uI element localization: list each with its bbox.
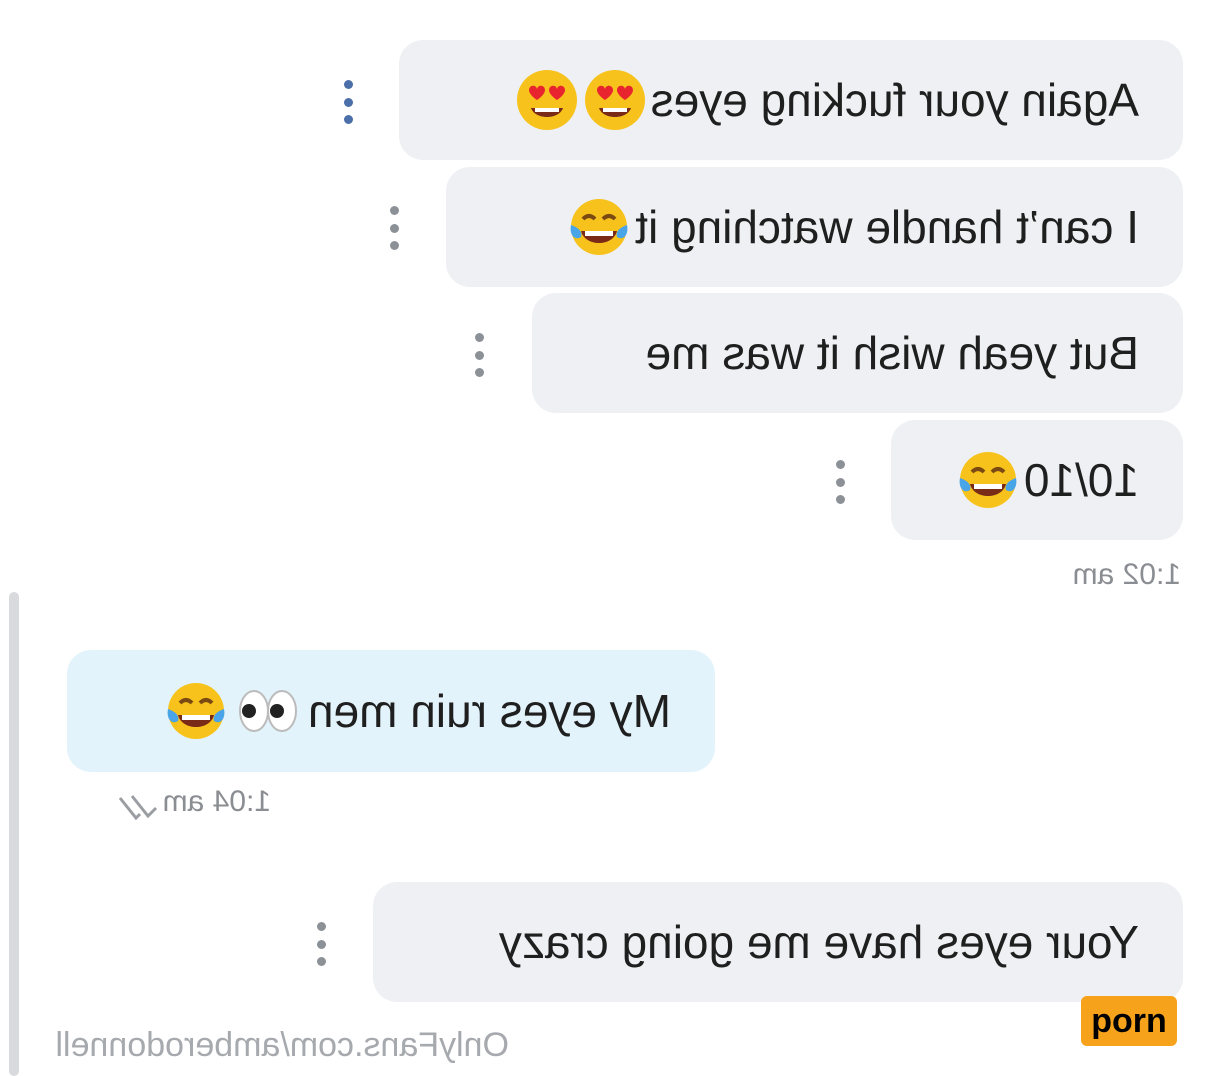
message-bubble[interactable]: 10/10 bbox=[891, 420, 1183, 540]
message-menu-icon[interactable] bbox=[835, 460, 847, 504]
mirrored-chat: Again your fucking eyes I can’t handle w… bbox=[0, 0, 1209, 1076]
chat-screen: Again your fucking eyes I can’t handle w… bbox=[0, 0, 1209, 1076]
message-text: Again your fucking eyes bbox=[650, 74, 1139, 126]
message-menu-icon[interactable] bbox=[389, 206, 401, 250]
sent-status: 1:04 am bbox=[106, 785, 271, 822]
timestamp: 1:02 am bbox=[1072, 558, 1181, 591]
tears-of-joy-emoji-icon bbox=[959, 452, 1017, 508]
heart-eyes-emoji-icon bbox=[516, 70, 577, 130]
message-bubble[interactable]: I can’t handle watching it bbox=[446, 167, 1183, 287]
scroll-divider bbox=[9, 592, 19, 1076]
sent-message-bubble[interactable]: My eyes ruin men bbox=[67, 650, 715, 772]
onlyfans-watermark: OnlyFans.com/amberodonnell bbox=[55, 1026, 509, 1064]
message-text: Your eyes have me going crazy bbox=[498, 916, 1139, 968]
eyes-emoji-icon bbox=[238, 690, 297, 732]
heart-eyes-emoji-icon bbox=[584, 70, 645, 130]
message-bubble[interactable]: Your eyes have me going crazy bbox=[373, 882, 1183, 1002]
message-menu-icon[interactable] bbox=[474, 333, 486, 377]
message-bubble[interactable]: Again your fucking eyes bbox=[399, 40, 1183, 160]
message-text: I can’t handle watching it bbox=[635, 201, 1139, 253]
message-bubble[interactable]: But yeah wish it was me bbox=[532, 293, 1183, 413]
message-text: My eyes ruin men bbox=[307, 685, 671, 737]
porn-badge-logo: porn bbox=[1081, 996, 1177, 1046]
message-menu-icon[interactable] bbox=[343, 80, 355, 124]
message-text: 10/10 bbox=[1023, 454, 1139, 506]
tears-of-joy-emoji-icon bbox=[167, 683, 225, 739]
timestamp: 1:04 am bbox=[162, 785, 271, 818]
message-text: But yeah wish it was me bbox=[645, 327, 1139, 379]
message-menu-icon[interactable] bbox=[316, 922, 328, 966]
double-check-icon bbox=[118, 794, 158, 821]
tears-of-joy-emoji-icon bbox=[570, 199, 628, 255]
